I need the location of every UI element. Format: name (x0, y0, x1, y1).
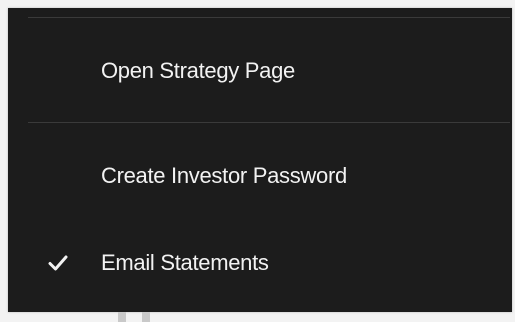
menu-divider-top (28, 17, 510, 18)
menu-item-create-investor-password[interactable]: Create Investor Password (8, 148, 512, 204)
menu-item-label: Open Strategy Page (101, 58, 295, 83)
background-fragment (118, 312, 126, 322)
menu-item-label: Email Statements (101, 250, 269, 275)
checkmark-icon (48, 253, 68, 273)
menu-item-label: Create Investor Password (101, 163, 347, 188)
menu-item-open-strategy-page[interactable]: Open Strategy Page (8, 43, 512, 99)
background-fragment (142, 312, 150, 322)
menu-item-email-statements[interactable]: Email Statements (8, 235, 512, 291)
menu-divider (28, 122, 510, 123)
screen: Open Strategy Page Create Investor Passw… (0, 0, 515, 322)
context-menu: Open Strategy Page Create Investor Passw… (8, 8, 512, 312)
